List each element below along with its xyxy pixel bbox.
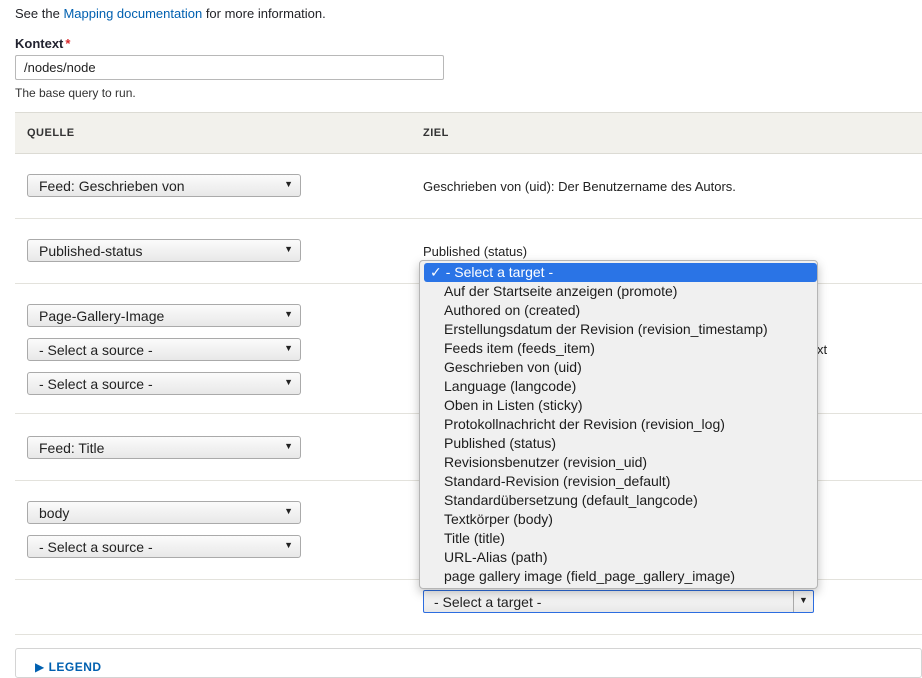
mapping-table-header: QUELLE ZIEL [15,112,922,154]
source-select-value: Feed: Geschrieben von [39,178,185,194]
dropdown-option[interactable]: Standard-Revision (revision_default) [420,472,817,491]
dropdown-option[interactable]: Authored on (created) [420,301,817,320]
source-select-value: body [39,505,70,521]
dropdown-option[interactable]: Language (langcode) [420,377,817,396]
kontext-help: The base query to run. [15,86,136,100]
dropdown-option[interactable]: Published (status) [420,434,817,453]
chevron-down-icon: ▼ [284,377,293,387]
source-select-value: - Select a source - [39,342,153,358]
kontext-input[interactable] [15,55,444,80]
dropdown-option[interactable]: Revisionsbenutzer (revision_uid) [420,453,817,472]
legend-toggle[interactable]: ▶ LEGEND [35,660,102,674]
chevron-down-icon: ▼ [793,591,813,612]
chevron-down-icon: ▼ [284,441,293,451]
dropdown-option-selected[interactable]: ✓ - Select a target - [424,263,817,282]
dropdown-option[interactable]: Protokollnachricht der Revision (revisio… [420,415,817,434]
intro-prefix: See the [15,6,64,21]
dropdown-option[interactable]: Textkörper (body) [420,510,817,529]
dropdown-option[interactable]: Standardübersetzung (default_langcode) [420,491,817,510]
target-description: Published (status) [423,244,528,259]
chevron-down-icon: ▼ [284,179,293,189]
source-select-value: - Select a source - [39,376,153,392]
source-select-value: Page-Gallery-Image [39,308,165,324]
chevron-down-icon: ▼ [284,343,293,353]
kontext-label-text: Kontext [15,36,64,51]
column-header-source: QUELLE [27,127,75,139]
legend-details [15,648,922,678]
mapping-documentation-link[interactable]: Mapping documentation [63,6,202,21]
source-select[interactable]: Page-Gallery-Image ▼ [27,304,301,327]
source-select[interactable]: body ▼ [27,501,301,524]
source-select[interactable]: Published-status ▼ [27,239,301,262]
kontext-label: Kontext * [15,36,70,51]
source-select[interactable]: - Select a source - ▼ [27,338,301,361]
source-select[interactable]: - Select a source - ▼ [27,535,301,558]
dropdown-option[interactable]: Title (title) [420,529,817,548]
dropdown-option[interactable]: Feeds item (feeds_item) [420,339,817,358]
source-select-value: Published-status [39,243,143,259]
dropdown-option[interactable]: Oben in Listen (sticky) [420,396,817,415]
target-description: Geschrieben von (uid): Der Benutzername … [423,179,736,194]
target-dropdown-menu: ✓ - Select a target - Auf der Startseite … [419,260,818,589]
dropdown-option[interactable]: Erstellungsdatum der Revision (revision_… [420,320,817,339]
dropdown-option[interactable]: Geschrieben von (uid) [420,358,817,377]
required-marker: * [65,36,71,51]
chevron-down-icon: ▼ [284,309,293,319]
source-select[interactable]: Feed: Geschrieben von ▼ [27,174,301,197]
source-select[interactable]: - Select a source - ▼ [27,372,301,395]
source-select[interactable]: Feed: Title ▼ [27,436,301,459]
source-select-value: - Select a source - [39,539,153,555]
checkmark-icon: ✓ [430,264,442,280]
chevron-down-icon: ▼ [284,540,293,550]
intro-suffix: for more information. [202,6,326,21]
dropdown-option[interactable]: Auf der Startseite anzeigen (promote) [420,282,817,301]
source-select-value: Feed: Title [39,440,105,456]
target-select[interactable]: - Select a target - ▼ [423,590,814,613]
target-select-value: - Select a target - [434,594,542,610]
dropdown-option-label: - Select a target - [445,264,554,280]
intro-text: See the Mapping documentation for more i… [15,6,326,21]
dropdown-option[interactable]: page gallery image (field_page_gallery_i… [420,567,817,586]
chevron-down-icon: ▼ [284,244,293,254]
target-description-peek: xt [817,342,828,357]
chevron-down-icon: ▼ [284,506,293,516]
column-header-target: ZIEL [423,127,449,139]
dropdown-option[interactable]: URL-Alias (path) [420,548,817,567]
